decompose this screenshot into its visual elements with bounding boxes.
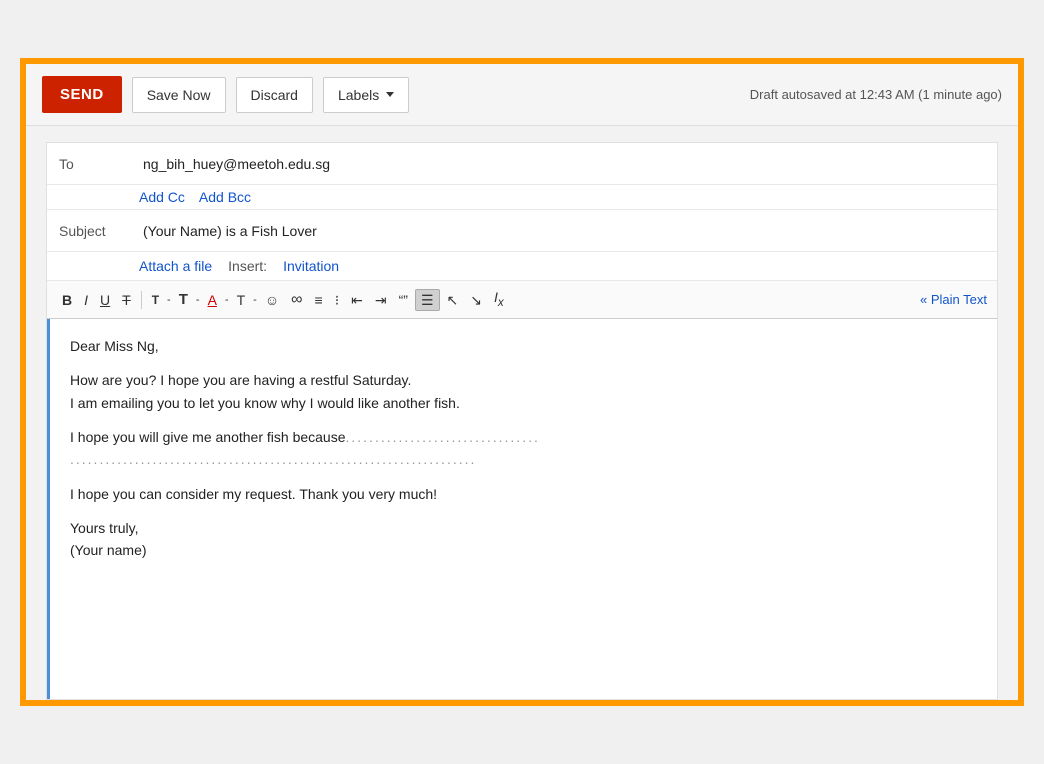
align-center-button[interactable]: ☰ — [415, 289, 440, 311]
ordered-list-button[interactable]: ≡ — [310, 290, 328, 310]
emoji-button[interactable]: ☺ — [260, 290, 284, 310]
save-now-button[interactable]: Save Now — [132, 77, 226, 113]
text-size-large-button[interactable]: T — [174, 289, 193, 310]
attach-row: Attach a file Insert: Invitation — [47, 252, 997, 281]
font-color-button[interactable]: A — [203, 290, 222, 310]
discard-button[interactable]: Discard — [236, 77, 313, 113]
body-closing: Yours truly, (Your name) — [70, 517, 977, 562]
align-left-button[interactable]: ↖ — [442, 290, 464, 310]
format-toolbar: B I U T T - T - A - T - ☺ ∞ ≡ ⁝ ⇤ ⇥ “” — [47, 281, 997, 318]
email-body[interactable]: Dear Miss Ng, How are you? I hope you ar… — [47, 319, 997, 699]
clear-format-button[interactable]: Ix — [489, 287, 509, 311]
insert-label: Insert: — [228, 258, 267, 274]
fmt-dash: - — [166, 294, 172, 306]
background-color-button[interactable]: T — [232, 290, 251, 310]
unordered-list-button[interactable]: ⁝ — [330, 290, 344, 310]
body-para2: I hope you will give me another fish bec… — [70, 426, 977, 471]
fmt-dash2: - — [195, 294, 201, 306]
body-para3: I hope you can consider my request. Than… — [70, 483, 977, 505]
chevron-down-icon — [386, 92, 394, 97]
quote-button[interactable]: “” — [394, 290, 413, 310]
send-button[interactable]: SEND — [42, 76, 122, 113]
labels-button[interactable]: Labels — [323, 77, 409, 113]
add-bcc-link[interactable]: Add Bcc — [199, 189, 251, 205]
compose-inner: To Add Cc Add Bcc Subject Attach a file … — [46, 142, 998, 699]
to-label: To — [59, 156, 139, 172]
subject-input[interactable] — [139, 213, 985, 249]
attach-file-link[interactable]: Attach a file — [139, 258, 212, 274]
align-right-button[interactable]: ↘ — [465, 290, 487, 310]
email-compose-window: SEND Save Now Discard Labels Draft autos… — [20, 58, 1024, 705]
italic-button[interactable]: I — [79, 290, 93, 310]
link-button[interactable]: ∞ — [286, 289, 307, 311]
fmt-separator-1 — [141, 291, 142, 309]
fmt-dash4: - — [252, 294, 258, 306]
toolbar: SEND Save Now Discard Labels Draft autos… — [26, 64, 1018, 126]
indent-left-button[interactable]: ⇤ — [346, 290, 368, 310]
strikethrough-button[interactable]: T — [117, 290, 136, 310]
body-para1: How are you? I hope you are having a res… — [70, 369, 977, 414]
underline-button[interactable]: U — [95, 290, 115, 310]
subject-label: Subject — [59, 223, 139, 239]
body-greeting: Dear Miss Ng, — [70, 335, 977, 357]
text-size-button[interactable]: T — [147, 291, 164, 309]
compose-area: To Add Cc Add Bcc Subject Attach a file … — [26, 126, 1018, 699]
to-input[interactable] — [139, 146, 985, 182]
plain-text-link[interactable]: « Plain Text — [920, 292, 987, 307]
bold-button[interactable]: B — [57, 290, 77, 310]
add-cc-link[interactable]: Add Cc — [139, 189, 185, 205]
fmt-dash3: - — [224, 294, 230, 306]
to-row: To — [47, 143, 997, 185]
cc-bcc-row: Add Cc Add Bcc — [47, 185, 997, 210]
insert-invitation-link[interactable]: Invitation — [283, 258, 339, 274]
labels-label: Labels — [338, 87, 379, 103]
indent-right-button[interactable]: ⇥ — [370, 290, 392, 310]
draft-status: Draft autosaved at 12:43 AM (1 minute ag… — [750, 87, 1002, 102]
subject-row: Subject — [47, 210, 997, 252]
